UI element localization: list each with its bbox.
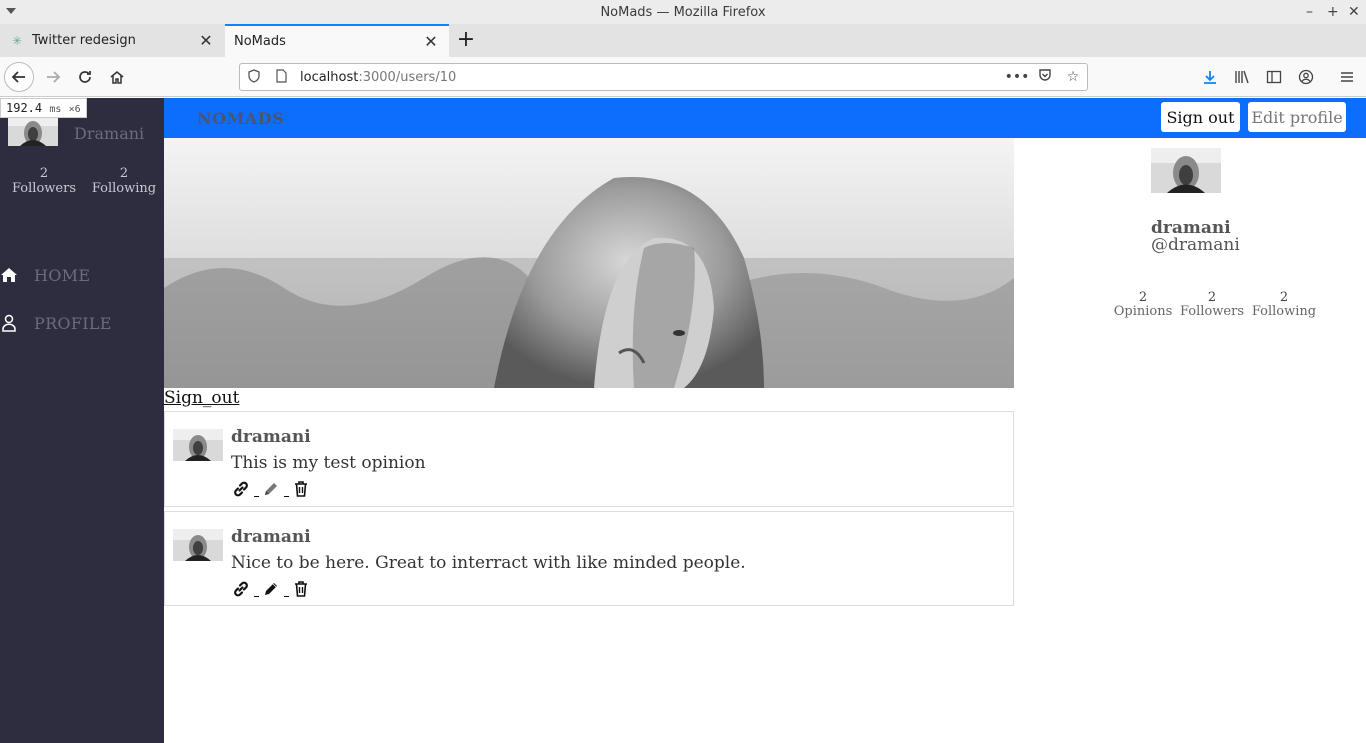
profile-panel-handle: @dramani — [1151, 235, 1240, 255]
sign-out-button[interactable]: Sign out — [1161, 102, 1240, 132]
following-label: Following — [1251, 304, 1317, 319]
new-tab-button[interactable]: + — [455, 24, 477, 57]
action-separator — [281, 479, 291, 499]
sidebar-item-label: PROFILE — [34, 313, 112, 333]
home-button[interactable] — [102, 62, 132, 92]
profile-followers-stat[interactable]: 2 Followers — [1179, 291, 1245, 319]
opinion-author-avatar[interactable] — [173, 429, 223, 461]
user-icon — [0, 314, 18, 332]
reload-icon — [79, 71, 91, 83]
followers-label: Followers — [1180, 304, 1244, 319]
downloads-icon[interactable] — [1196, 63, 1224, 91]
reload-button[interactable] — [70, 62, 100, 92]
address-bar[interactable]: localhost:3000/users/10 ••• ☆ — [239, 63, 1088, 91]
tab-bar: ✳ Twitter redesign ✕ NoMads ✕ + — [0, 24, 1366, 57]
close-tab-icon[interactable]: ✕ — [194, 31, 218, 50]
profile-cover-image — [164, 138, 1014, 388]
window-menu-icon[interactable] — [6, 8, 16, 14]
sidebar-user-name[interactable]: Dramani — [74, 124, 144, 143]
home-icon — [0, 266, 18, 284]
home-icon — [110, 71, 124, 84]
sidebar-followers-stat[interactable]: 2 Followers — [8, 166, 80, 196]
bookmark-star-icon[interactable]: ☆ — [1059, 69, 1087, 85]
minimize-icon[interactable]: – — [1306, 4, 1313, 20]
perf-unit: ms — [49, 104, 62, 115]
sign-out-link[interactable]: Sign_out — [164, 388, 239, 408]
page-info-icon[interactable] — [276, 68, 290, 86]
opinion-card: dramani This is my test opinion — [164, 411, 1014, 507]
shield-icon[interactable] — [248, 68, 262, 86]
more-actions-icon[interactable]: ••• — [1003, 69, 1031, 85]
followers-count: 2 — [39, 166, 49, 181]
followers-label: Followers — [12, 181, 76, 196]
tab-label: Twitter redesign — [32, 33, 136, 48]
sidebar-toggle-icon[interactable] — [1260, 63, 1288, 91]
edit-pencil-icon[interactable] — [261, 579, 281, 599]
tab-label: NoMads — [234, 34, 286, 49]
profile-following-stat[interactable]: 2 Following — [1250, 291, 1318, 319]
trash-icon[interactable] — [291, 479, 311, 499]
followers-count: 2 — [1207, 290, 1217, 305]
opinions-label: Opinions — [1113, 304, 1173, 319]
app-topbar: NOMADS Sign out Edit profile — [164, 98, 1366, 138]
window-titlebar: NoMads — Mozilla Firefox – + ✕ — [0, 0, 1366, 24]
opinion-actions — [231, 479, 311, 499]
opinion-author-name[interactable]: dramani — [231, 427, 311, 447]
following-count: 2 — [1279, 290, 1289, 305]
opinion-actions — [231, 579, 311, 599]
opinion-text: Nice to be here. Great to interract with… — [231, 553, 746, 573]
edit-profile-button[interactable]: Edit profile — [1248, 102, 1346, 132]
perf-value: 192.4 — [6, 101, 43, 115]
action-separator — [281, 579, 291, 599]
profile-panel-avatar[interactable] — [1151, 148, 1221, 193]
url-text[interactable]: localhost:3000/users/10 — [300, 70, 1003, 85]
forward-button[interactable] — [38, 62, 68, 92]
link-icon[interactable] — [231, 479, 251, 499]
sidebar-item-home[interactable]: HOME — [0, 262, 90, 288]
sidebar-avatar[interactable] — [8, 116, 58, 146]
opinion-text: This is my test opinion — [231, 453, 426, 473]
opinions-count: 2 — [1138, 290, 1148, 305]
url-host: localhost — [300, 69, 359, 85]
sidebar-following-stat[interactable]: 2 Following — [88, 166, 160, 196]
tab-nomads[interactable]: NoMads ✕ — [225, 24, 449, 57]
account-icon[interactable] — [1292, 63, 1320, 91]
page-content: 192.4 ms ×6 Dramani 2 Followers 2 Follow… — [0, 98, 1366, 743]
action-separator — [251, 579, 261, 599]
opinion-author-name[interactable]: dramani — [231, 527, 311, 547]
window-title: NoMads — Mozilla Firefox — [600, 4, 766, 20]
pocket-icon[interactable] — [1031, 68, 1059, 86]
back-button[interactable] — [4, 62, 34, 92]
url-path: :3000/users/10 — [358, 69, 457, 85]
perf-overlay-badge: 192.4 ms ×6 — [0, 98, 87, 118]
sidebar-item-label: HOME — [34, 265, 91, 285]
perf-multiplier: ×6 — [68, 104, 81, 115]
link-icon[interactable] — [231, 579, 251, 599]
opinion-card: dramani Nice to be here. Great to interr… — [164, 511, 1014, 606]
browser-navbar: localhost:3000/users/10 ••• ☆ — [0, 57, 1366, 97]
close-tab-icon[interactable]: ✕ — [419, 32, 443, 51]
close-window-icon[interactable]: ✕ — [1348, 4, 1360, 20]
library-icon[interactable] — [1228, 63, 1256, 91]
action-separator — [251, 479, 261, 499]
following-count: 2 — [119, 166, 129, 181]
profile-opinions-stat[interactable]: 2 Opinions — [1112, 291, 1174, 319]
edit-pencil-icon[interactable] — [261, 479, 281, 499]
brand-logo-text[interactable]: NOMADS — [197, 109, 284, 128]
twitter-favicon-icon: ✳ — [11, 33, 23, 48]
hamburger-menu-icon[interactable] — [1333, 63, 1361, 91]
following-label: Following — [91, 181, 157, 196]
opinion-author-avatar[interactable] — [173, 529, 223, 561]
tab-twitter-redesign[interactable]: ✳ Twitter redesign ✕ — [0, 24, 224, 57]
sidebar-item-profile[interactable]: PROFILE — [0, 310, 112, 336]
left-sidebar: 192.4 ms ×6 Dramani 2 Followers 2 Follow… — [0, 98, 164, 743]
arrow-right-icon — [47, 71, 61, 83]
arrow-left-icon — [11, 71, 25, 83]
trash-icon[interactable] — [291, 579, 311, 599]
maximize-icon[interactable]: + — [1327, 4, 1339, 20]
